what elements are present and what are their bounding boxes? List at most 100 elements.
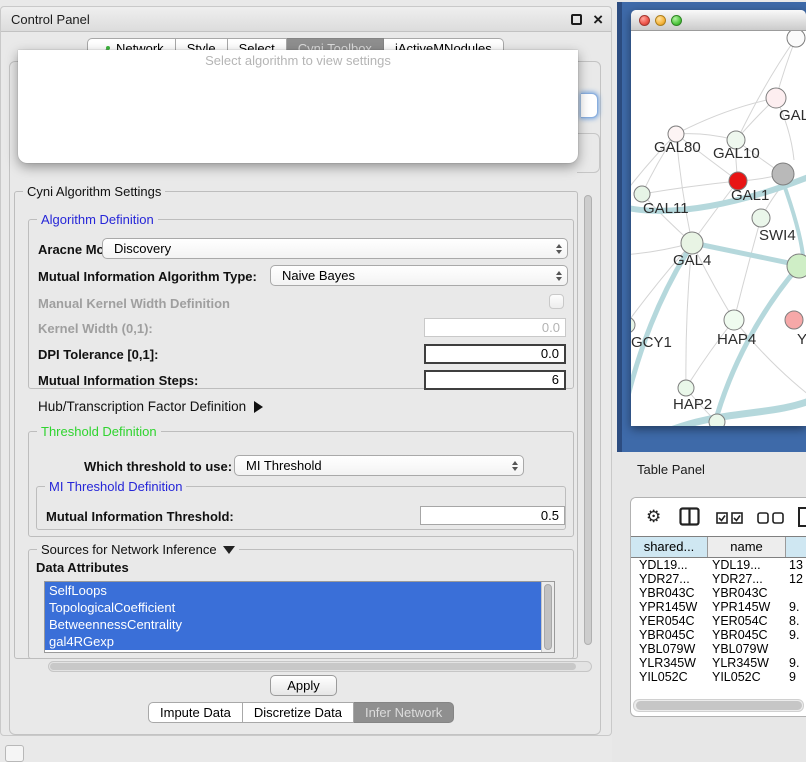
data-attribute-item[interactable]: TopologicalCoefficient bbox=[45, 599, 541, 616]
table-row[interactable]: YLR345W YLR345W 9. bbox=[631, 656, 806, 670]
mi-threshold-input[interactable]: 0.5 bbox=[420, 506, 565, 525]
network-node[interactable] bbox=[631, 317, 635, 333]
node-table: ⚙ bbox=[630, 497, 806, 717]
threshold-definition-title: Threshold Definition bbox=[37, 424, 161, 439]
apply-button[interactable]: Apply bbox=[270, 675, 337, 696]
tab[interactable]: Impute Data bbox=[148, 702, 243, 723]
mi-threshold-definition-title: MI Threshold Definition bbox=[45, 479, 186, 494]
dpi-tolerance-input[interactable]: 0.0 bbox=[424, 344, 566, 364]
network-node[interactable] bbox=[681, 232, 703, 254]
table-row[interactable]: YPR145W YPR145W 9. bbox=[631, 600, 806, 614]
network-canvas[interactable]: GALGAL80GAL10GAL1GAL11SWI4GAL4GCY1HAP4YH… bbox=[631, 10, 806, 426]
network-node-label: SWI4 bbox=[759, 227, 796, 244]
collapse-down-icon bbox=[223, 546, 235, 554]
which-threshold-label: Which threshold to use: bbox=[84, 459, 232, 474]
tab[interactable]: Discretize Data bbox=[243, 702, 354, 723]
column-header[interactable]: name bbox=[708, 537, 786, 557]
table-panel-title: Table Panel bbox=[637, 462, 705, 477]
table-header-row: shared... name bbox=[631, 536, 806, 558]
table-row[interactable]: YIL052C YIL052C 9 bbox=[631, 670, 806, 684]
network-node[interactable] bbox=[772, 163, 794, 185]
tab-label: Discretize Data bbox=[254, 703, 342, 722]
network-node-label: HAP4 bbox=[717, 331, 756, 348]
network-edge[interactable] bbox=[676, 98, 776, 134]
network-node-label: HAP2 bbox=[673, 396, 712, 413]
table-row[interactable]: YBL079W YBL079W bbox=[631, 642, 806, 656]
table-row[interactable]: YBR043C YBR043C bbox=[631, 586, 806, 600]
table-row[interactable]: YBR045C YBR045C 9. bbox=[631, 628, 806, 642]
network-window-titlebar[interactable] bbox=[631, 10, 806, 31]
data-attribute-item[interactable]: gal4RGexp bbox=[45, 633, 541, 650]
manual-kernel-width-checkbox[interactable] bbox=[549, 294, 564, 309]
panel-title: Control Panel bbox=[11, 7, 90, 32]
mi-algorithm-type-label: Mutual Information Algorithm Type: bbox=[38, 269, 257, 284]
column-header[interactable]: shared... bbox=[631, 537, 708, 557]
inference-algorithm-combobox-fragment[interactable] bbox=[581, 93, 598, 118]
aracne-mode-select[interactable]: Discovery bbox=[102, 238, 568, 259]
stepper-icon bbox=[508, 458, 521, 473]
hub-definition-toggle[interactable]: Hub/Transcription Factor Definition bbox=[38, 399, 263, 414]
data-attribute-item[interactable]: BetweennessCentrality bbox=[45, 616, 541, 633]
sources-group-title[interactable]: Sources for Network Inference bbox=[37, 542, 239, 557]
stepper-icon bbox=[552, 268, 565, 283]
column-header[interactable] bbox=[786, 537, 806, 557]
manual-kernel-width-label: Manual Kernel Width Definition bbox=[38, 296, 230, 311]
close-traffic-light-icon[interactable] bbox=[639, 15, 650, 26]
network-edge[interactable] bbox=[642, 181, 738, 194]
kernel-width-input[interactable]: 0.0 bbox=[424, 318, 566, 337]
deselect-all-checkboxes-icon[interactable] bbox=[757, 511, 784, 529]
attributes-vertical-scrollbar[interactable] bbox=[541, 582, 554, 652]
new-table-icon[interactable] bbox=[797, 506, 806, 533]
algorithm-dropdown-placeholder: Select algorithm to view settings bbox=[18, 50, 578, 68]
data-attribute-item[interactable]: SelfLoops bbox=[45, 582, 541, 599]
table-row[interactable]: YER054C YER054C 8. bbox=[631, 614, 806, 628]
which-threshold-select[interactable]: MI Threshold bbox=[234, 455, 524, 476]
panel-grip-button[interactable] bbox=[5, 745, 24, 762]
table-horizontal-scrollbar[interactable] bbox=[633, 699, 804, 712]
data-attributes-label: Data Attributes bbox=[36, 560, 129, 575]
network-edge-thick[interactable] bbox=[783, 182, 803, 256]
columns-icon[interactable] bbox=[679, 507, 700, 531]
mi-steps-input[interactable]: 6 bbox=[424, 370, 566, 390]
mi-steps-label: Mutual Information Steps: bbox=[38, 373, 198, 388]
tab[interactable]: Infer Network bbox=[354, 702, 454, 723]
dpi-tolerance-label: DPI Tolerance [0,1]: bbox=[38, 347, 158, 362]
table-row[interactable]: YDL19... YDL19... 13 bbox=[631, 558, 806, 572]
float-panel-icon[interactable] bbox=[571, 14, 582, 25]
network-node[interactable] bbox=[752, 209, 770, 227]
settings-horizontal-scrollbar[interactable] bbox=[48, 661, 592, 672]
network-node-label: GCY1 bbox=[631, 334, 672, 351]
stepper-icon bbox=[552, 241, 565, 256]
gear-icon[interactable]: ⚙ bbox=[646, 507, 661, 527]
network-node-label: Y bbox=[797, 331, 806, 348]
network-edge[interactable] bbox=[734, 218, 761, 320]
network-node-label: GAL11 bbox=[643, 200, 689, 217]
network-node-label: GAL1 bbox=[731, 187, 769, 204]
network-node[interactable] bbox=[787, 29, 805, 47]
network-view-window[interactable]: GALGAL80GAL10GAL1GAL11SWI4GAL4GCY1HAP4YH… bbox=[631, 10, 806, 426]
network-node-label: GAL bbox=[779, 107, 806, 124]
network-node-label: GAL4 bbox=[673, 252, 711, 269]
algorithm-dropdown-popup: Select algorithm to view settings bbox=[18, 50, 578, 163]
network-node[interactable] bbox=[787, 254, 806, 278]
network-node[interactable] bbox=[766, 88, 786, 108]
cyni-bottom-tabbar: Impute Data Discretize Data Infer Networ… bbox=[148, 702, 454, 723]
network-node[interactable] bbox=[678, 380, 694, 396]
zoom-traffic-light-icon[interactable] bbox=[671, 15, 682, 26]
settings-vertical-scrollbar[interactable] bbox=[584, 193, 593, 657]
mi-algorithm-type-select[interactable]: Naive Bayes bbox=[270, 265, 568, 286]
data-attributes-list[interactable]: SelfLoopsTopologicalCoefficientBetweenne… bbox=[44, 581, 555, 653]
background-groupbox-fragment bbox=[577, 133, 600, 173]
network-node[interactable] bbox=[709, 414, 725, 426]
minimize-traffic-light-icon[interactable] bbox=[655, 15, 666, 26]
table-toolbar: ⚙ bbox=[631, 498, 806, 536]
select-all-checkboxes-icon[interactable] bbox=[716, 511, 743, 529]
mi-threshold-label: Mutual Information Threshold: bbox=[46, 509, 234, 524]
close-icon[interactable]: × bbox=[593, 8, 603, 32]
control-panel-titlebar: Control Panel × bbox=[1, 7, 611, 32]
settings-group-title: Cyni Algorithm Settings bbox=[23, 184, 165, 199]
table-row[interactable]: YDR27... YDR27... 12 bbox=[631, 572, 806, 586]
tab-label: Infer Network bbox=[365, 703, 442, 722]
network-node[interactable] bbox=[724, 310, 744, 330]
network-node[interactable] bbox=[785, 311, 803, 329]
